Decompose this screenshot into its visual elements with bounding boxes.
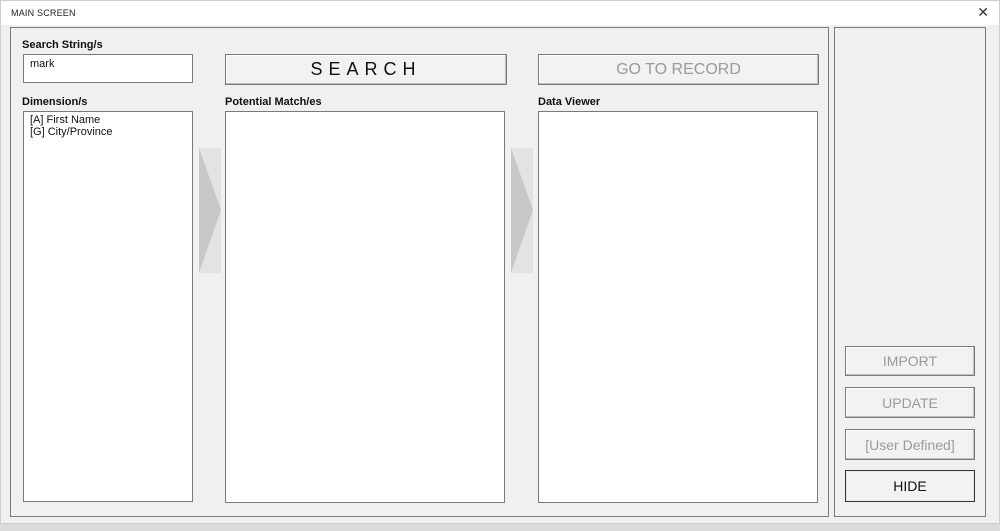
search-input[interactable]: mark [23, 54, 193, 83]
data-viewer[interactable] [538, 111, 818, 503]
hide-label: HIDE [893, 478, 927, 494]
search-input-value: mark [30, 58, 55, 70]
update-button[interactable]: UPDATE [845, 387, 975, 418]
status-bar-strip [0, 524, 1000, 531]
update-label: UPDATE [882, 394, 938, 411]
dimensions-label: Dimension/s [22, 96, 88, 108]
title-bar: MAIN SCREEN ✕ [1, 1, 999, 25]
go-to-record-button[interactable]: GO TO RECORD [538, 54, 819, 85]
hide-button[interactable]: HIDE [845, 470, 975, 502]
window-title: MAIN SCREEN [11, 8, 76, 18]
search-label: Search String/s [22, 39, 103, 51]
main-window: MAIN SCREEN ✕ Search String/s mark SEARC… [0, 0, 1000, 524]
matches-label: Potential Match/es [225, 96, 322, 108]
import-label: IMPORT [882, 353, 938, 369]
close-icon[interactable]: ✕ [977, 4, 989, 20]
chevron-right-icon [511, 148, 533, 273]
user-defined-button[interactable]: [User Defined] [845, 429, 975, 460]
go-to-record-label: GO TO RECORD [616, 60, 741, 78]
search-button[interactable]: SEARCH [225, 54, 507, 85]
chevron-right-icon [199, 148, 221, 273]
viewer-label: Data Viewer [538, 96, 601, 108]
matches-list[interactable] [225, 111, 505, 503]
search-button-label: SEARCH [310, 59, 422, 79]
import-button[interactable]: IMPORT [845, 346, 975, 376]
list-item[interactable]: [A] First Name [24, 114, 192, 126]
list-item[interactable]: [G] City/Province [24, 126, 192, 138]
user-defined-label: [User Defined] [865, 436, 955, 453]
dimensions-list[interactable]: [A] First Name [G] City/Province [23, 111, 193, 502]
